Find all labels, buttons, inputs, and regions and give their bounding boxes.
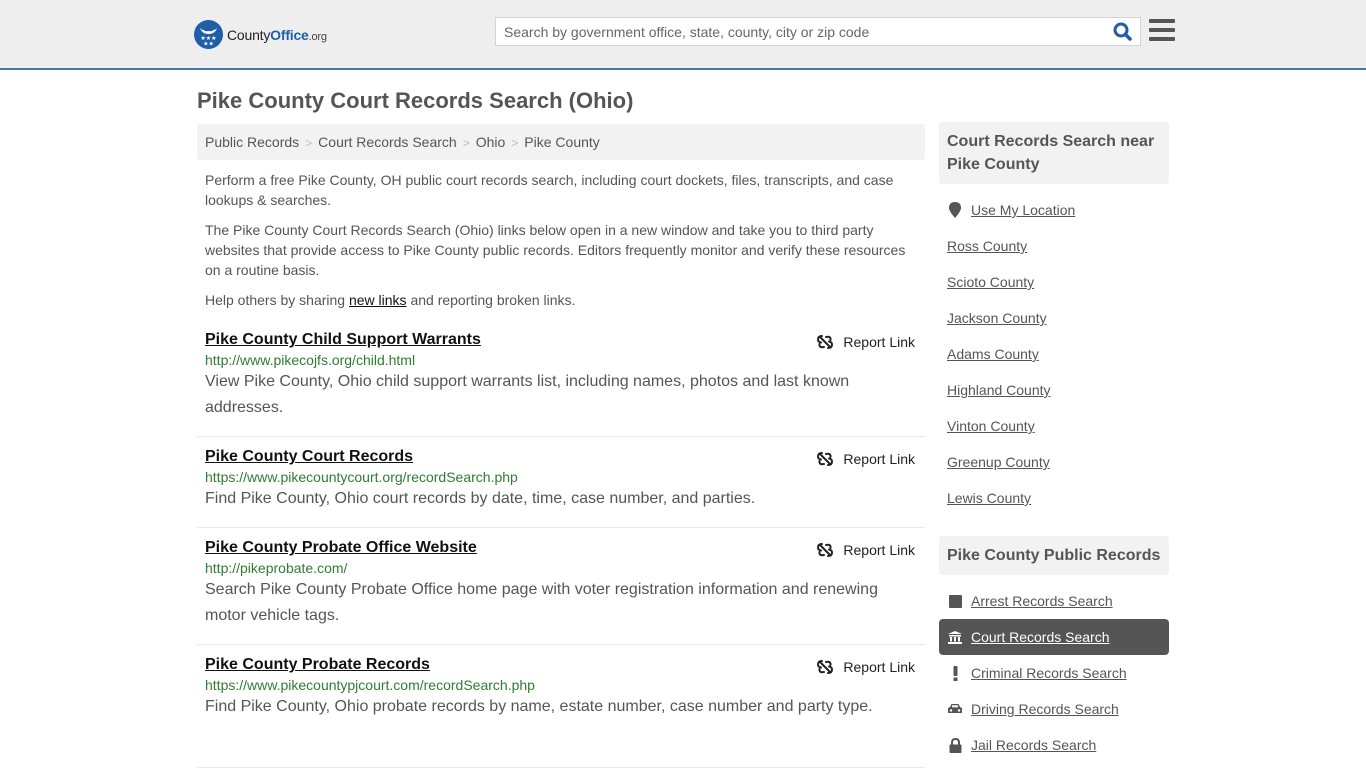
sidebar-item-court-records-active[interactable]: Court Records Search [939, 619, 1169, 655]
report-link-button[interactable]: Report Link [817, 659, 915, 675]
courthouse-icon [947, 630, 963, 644]
nearby-county-link[interactable]: Lewis County [947, 490, 1031, 506]
nearby-county-link[interactable]: Vinton County [947, 418, 1035, 434]
listing-url[interactable]: https://www.pikecountycourt.org/recordSe… [205, 469, 917, 485]
broken-link-icon [817, 335, 834, 349]
nearby-county-link[interactable]: Jackson County [947, 310, 1047, 326]
square-icon [947, 594, 963, 608]
listing-item: Pike County Probate Records https://www.… [197, 651, 925, 768]
listing-item: Pike County Court Records https://www.pi… [197, 443, 925, 528]
listing-description: View Pike County, Ohio child support war… [205, 373, 850, 416]
nearby-county-link[interactable]: Highland County [947, 382, 1051, 398]
search-box [495, 17, 1141, 46]
sidebar-item-driving-records[interactable]: Driving Records Search [947, 701, 1119, 717]
site-header: ★★★ ★★ CountyOffice.org [0, 0, 1366, 70]
map-marker-icon [947, 202, 963, 218]
listing-url[interactable]: https://www.pikecountypjcourt.com/record… [205, 677, 917, 693]
search-button[interactable] [1112, 22, 1134, 42]
nearby-heading: Court Records Search near Pike County [939, 122, 1169, 184]
sidebar-item-criminal-records[interactable]: Criminal Records Search [947, 665, 1127, 681]
lock-icon [947, 737, 963, 753]
sidebar-item-arrest-records[interactable]: Arrest Records Search [947, 593, 1113, 609]
broken-link-icon [817, 452, 834, 466]
breadcrumb-separator: > [511, 136, 519, 150]
breadcrumb-pike-county[interactable]: Pike County [524, 134, 599, 150]
car-icon [947, 703, 963, 715]
intro-paragraph: The Pike County Court Records Search (Oh… [205, 222, 906, 278]
sidebar-item-jail-records[interactable]: Jail Records Search [947, 737, 1096, 753]
eagle-logo-icon: ★★★ ★★ [194, 20, 223, 49]
nearby-county-link[interactable]: Ross County [947, 238, 1027, 254]
listing-url[interactable]: http://www.pikecojfs.org/child.html [205, 352, 917, 368]
report-link-button[interactable]: Report Link [817, 542, 915, 558]
listing-title-link[interactable]: Pike County Probate Records [205, 656, 430, 674]
report-link-button[interactable]: Report Link [817, 451, 915, 467]
use-my-location-link[interactable]: Use My Location [947, 202, 1075, 218]
listing-url[interactable]: http://pikeprobate.com/ [205, 560, 917, 576]
listing-item: Pike County Child Support Warrants http:… [197, 326, 925, 437]
site-logo[interactable]: ★★★ ★★ CountyOffice.org [194, 20, 327, 49]
listing-title-link[interactable]: Pike County Court Records [205, 448, 413, 466]
menu-bar [1149, 28, 1175, 32]
breadcrumb: Public Records > Court Records Search > Ohio… [197, 124, 925, 160]
menu-bar [1149, 37, 1175, 41]
exclamation-icon [947, 665, 963, 681]
page-title: Pike County Court Records Search (Ohio) [197, 88, 634, 113]
listing-item: Pike County Probate Office Website http:… [197, 534, 925, 645]
breadcrumb-public-records[interactable]: Public Records [205, 134, 299, 150]
search-icon [1113, 22, 1132, 41]
search-input[interactable] [496, 18, 1096, 45]
report-link-button[interactable]: Report Link [817, 334, 915, 350]
breadcrumb-separator: > [305, 136, 313, 150]
svg-text:★★: ★★ [203, 41, 214, 48]
listing-description: Find Pike County, Ohio court records by … [205, 490, 756, 507]
hamburger-menu-button[interactable] [1149, 19, 1175, 41]
intro-text: Perform a free Pike County, OH public co… [205, 170, 920, 320]
nearby-county-link[interactable]: Greenup County [947, 454, 1050, 470]
breadcrumb-separator: > [462, 136, 470, 150]
new-links-link[interactable]: new links [349, 292, 407, 308]
intro-paragraph: Perform a free Pike County, OH public co… [205, 172, 894, 208]
menu-bar [1149, 19, 1175, 23]
logo-text: CountyOffice.org [227, 26, 327, 43]
breadcrumb-ohio[interactable]: Ohio [476, 134, 506, 150]
listing-description: Search Pike County Probate Office home p… [205, 581, 878, 624]
listing-title-link[interactable]: Pike County Child Support Warrants [205, 331, 481, 349]
listing-title-link[interactable]: Pike County Probate Office Website [205, 539, 477, 557]
sidebar-item-court-records[interactable]: Court Records Search [947, 629, 1110, 645]
broken-link-icon [817, 543, 834, 557]
intro-share-paragraph: Help others by sharing new links and rep… [205, 292, 576, 308]
public-records-heading: Pike County Public Records [939, 536, 1169, 575]
breadcrumb-court-records-search[interactable]: Court Records Search [318, 134, 457, 150]
nearby-county-link[interactable]: Scioto County [947, 274, 1034, 290]
listing-description: Find Pike County, Ohio probate records b… [205, 698, 873, 715]
nearby-county-link[interactable]: Adams County [947, 346, 1039, 362]
broken-link-icon [817, 660, 834, 674]
